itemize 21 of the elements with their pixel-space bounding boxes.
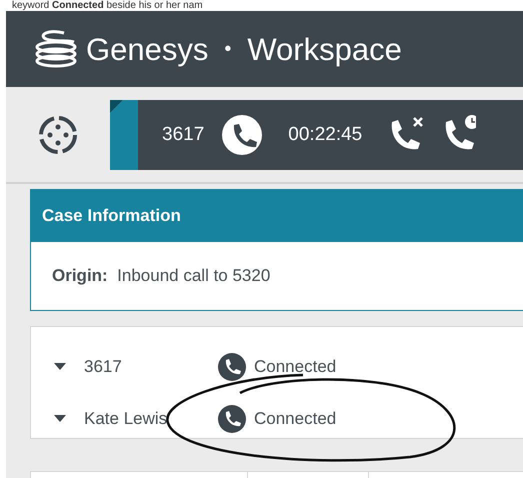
phone-icon [218, 405, 246, 433]
panel-title: Case Information [42, 205, 181, 228]
party-status: Connected [254, 356, 336, 378]
caret-icon[interactable] [54, 363, 66, 371]
status-icon[interactable] [37, 114, 79, 156]
origin-text: Origin: Inbound call to 5320 [52, 265, 270, 288]
interaction-tab-marker [110, 100, 138, 170]
product-name: Workspace [247, 34, 402, 64]
interaction-bar[interactable]: 3617 00:22:45 [110, 100, 523, 170]
brand-name: Genesys [86, 34, 208, 64]
party-name: Kate Lewis [84, 408, 168, 430]
party-name: 3617 [84, 356, 123, 378]
caption-text: keyword Connected beside his or her nam [12, 0, 203, 11]
call-timer: 00:22:45 [288, 122, 362, 147]
logo-icon [34, 29, 78, 69]
party-status: Connected [254, 408, 336, 430]
phone-icon [218, 353, 246, 381]
caret-icon[interactable] [54, 415, 66, 423]
phone-icon [220, 113, 264, 157]
separator-dot: • [224, 39, 232, 59]
interaction-number: 3617 [162, 122, 204, 147]
